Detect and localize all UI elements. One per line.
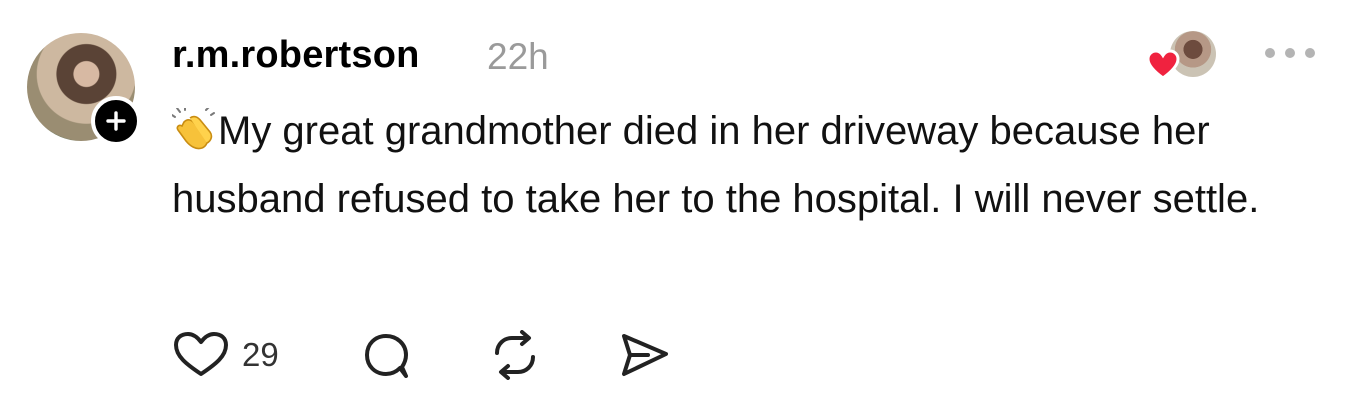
repost-icon [495, 330, 535, 380]
heart-icon [1146, 49, 1180, 80]
more-options-button[interactable] [1265, 43, 1321, 63]
plus-icon [106, 111, 126, 131]
reply-button[interactable] [362, 330, 412, 385]
like-button[interactable] [172, 330, 230, 385]
clapping-hands-emoji [171, 106, 216, 168]
comment-icon [365, 334, 408, 378]
post-text: My great grandmother died in her drivewa… [172, 109, 1260, 221]
author-username[interactable]: r.m.robertson [172, 34, 420, 77]
repost-button[interactable] [488, 330, 542, 385]
more-icon [1265, 48, 1275, 58]
post-body: My great grandmother died in her drivewa… [171, 100, 1312, 230]
share-button[interactable] [618, 330, 672, 385]
post-timestamp: 22h [487, 36, 549, 77]
send-icon [622, 334, 668, 376]
liked-by-indicator[interactable] [1146, 31, 1218, 81]
heart-outline-icon [174, 332, 228, 376]
like-count: 29 [242, 336, 279, 373]
follow-button[interactable] [91, 96, 141, 146]
